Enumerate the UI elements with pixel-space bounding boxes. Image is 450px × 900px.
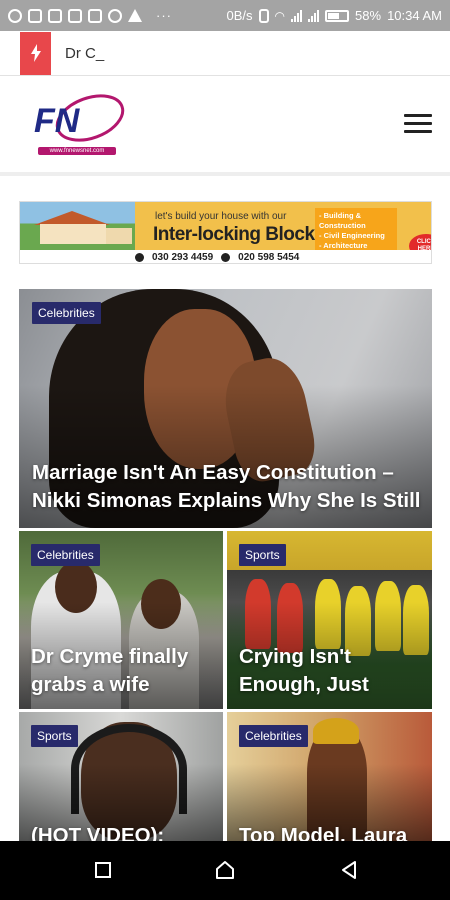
logo-text: FN bbox=[34, 102, 81, 140]
mail-icon bbox=[88, 8, 102, 23]
category-badge[interactable]: Sports bbox=[31, 725, 78, 747]
article-title[interactable]: Dr Cryme finally grabs a wife bbox=[31, 643, 221, 699]
home-icon[interactable] bbox=[212, 857, 238, 883]
breaking-news-text[interactable]: Dr C_ bbox=[65, 45, 104, 62]
facebook-icon bbox=[28, 8, 42, 23]
instagram-icon bbox=[48, 8, 62, 23]
ad-service-item: - Building & Construction bbox=[319, 211, 366, 230]
network-speed: 0B/s bbox=[226, 8, 253, 23]
hamburger-icon[interactable] bbox=[404, 114, 432, 134]
signal-icon bbox=[291, 9, 303, 22]
category-badge[interactable]: Celebrities bbox=[32, 302, 101, 324]
article-title[interactable]: Top Model, Laura bbox=[239, 822, 429, 842]
more-notifications: ··· bbox=[156, 8, 172, 23]
category-badge[interactable]: Celebrities bbox=[239, 725, 308, 747]
ad-phone-2: 020 598 5454 bbox=[238, 252, 300, 263]
category-badge[interactable]: Sports bbox=[239, 544, 286, 566]
shield-icon bbox=[108, 8, 122, 23]
vibrate-icon bbox=[258, 8, 269, 23]
clock: 10:34 AM bbox=[387, 8, 442, 23]
status-right: 0B/s ◠ 58% 10:34 AM bbox=[227, 8, 442, 23]
system-nav-bar bbox=[0, 841, 450, 900]
breaking-news-bar[interactable]: Dr C_ bbox=[0, 31, 450, 76]
article-card[interactable]: Sports (HOT VIDEO): bbox=[19, 712, 223, 842]
article-title[interactable]: (HOT VIDEO): bbox=[31, 822, 221, 842]
logo-url: www.fnnewsnet.com bbox=[38, 147, 116, 155]
site-logo[interactable]: FN bbox=[30, 88, 126, 156]
back-icon[interactable] bbox=[336, 857, 362, 883]
article-card[interactable]: Sports Crying Isn't Enough, Just bbox=[227, 531, 432, 709]
whatsapp-icon bbox=[221, 253, 231, 262]
notification-icons: ··· bbox=[8, 8, 172, 23]
signal-2-icon bbox=[308, 9, 320, 22]
ad-phone-1: 030 293 4459 bbox=[152, 252, 214, 263]
ad-services: - Building & Construction - Civil Engine… bbox=[315, 208, 397, 250]
warning-icon bbox=[128, 9, 142, 22]
site-header: FN www.fnnewsnet.com bbox=[0, 76, 450, 176]
breaking-news-badge bbox=[20, 31, 51, 75]
battery-icon bbox=[325, 9, 350, 22]
gallery-icon bbox=[68, 8, 82, 23]
wifi-icon: ◠ bbox=[274, 8, 286, 23]
article-card[interactable]: Celebrities Top Model, Laura bbox=[227, 712, 432, 842]
ad-tagline: let's build your house with our bbox=[155, 211, 287, 222]
ad-service-item: - Civil Engineering bbox=[319, 231, 385, 240]
article-card[interactable]: Celebrities Dr Cryme finally grabs a wif… bbox=[19, 531, 223, 709]
status-bar: ··· 0B/s ◠ 58% 10:34 AM bbox=[0, 0, 450, 31]
article-title[interactable]: Crying Isn't Enough, Just bbox=[239, 643, 429, 699]
featured-article-card[interactable]: Celebrities Marriage Isn't An Easy Const… bbox=[19, 289, 432, 528]
ad-banner[interactable]: let's build your house with our Inter-lo… bbox=[19, 201, 432, 264]
opera-icon bbox=[8, 8, 22, 23]
recents-icon[interactable] bbox=[90, 857, 116, 883]
battery-percent: 58% bbox=[355, 8, 382, 23]
category-badge[interactable]: Celebrities bbox=[31, 544, 100, 566]
lightning-icon bbox=[30, 44, 41, 62]
ad-phones: 030 293 4459 020 598 5454 bbox=[20, 250, 431, 263]
article-title[interactable]: Marriage Isn't An Easy Constitution – Ni… bbox=[32, 459, 427, 515]
ad-title: Inter-locking Blocks bbox=[153, 224, 325, 245]
ad-house-image bbox=[20, 202, 135, 250]
phone-icon bbox=[135, 253, 144, 262]
